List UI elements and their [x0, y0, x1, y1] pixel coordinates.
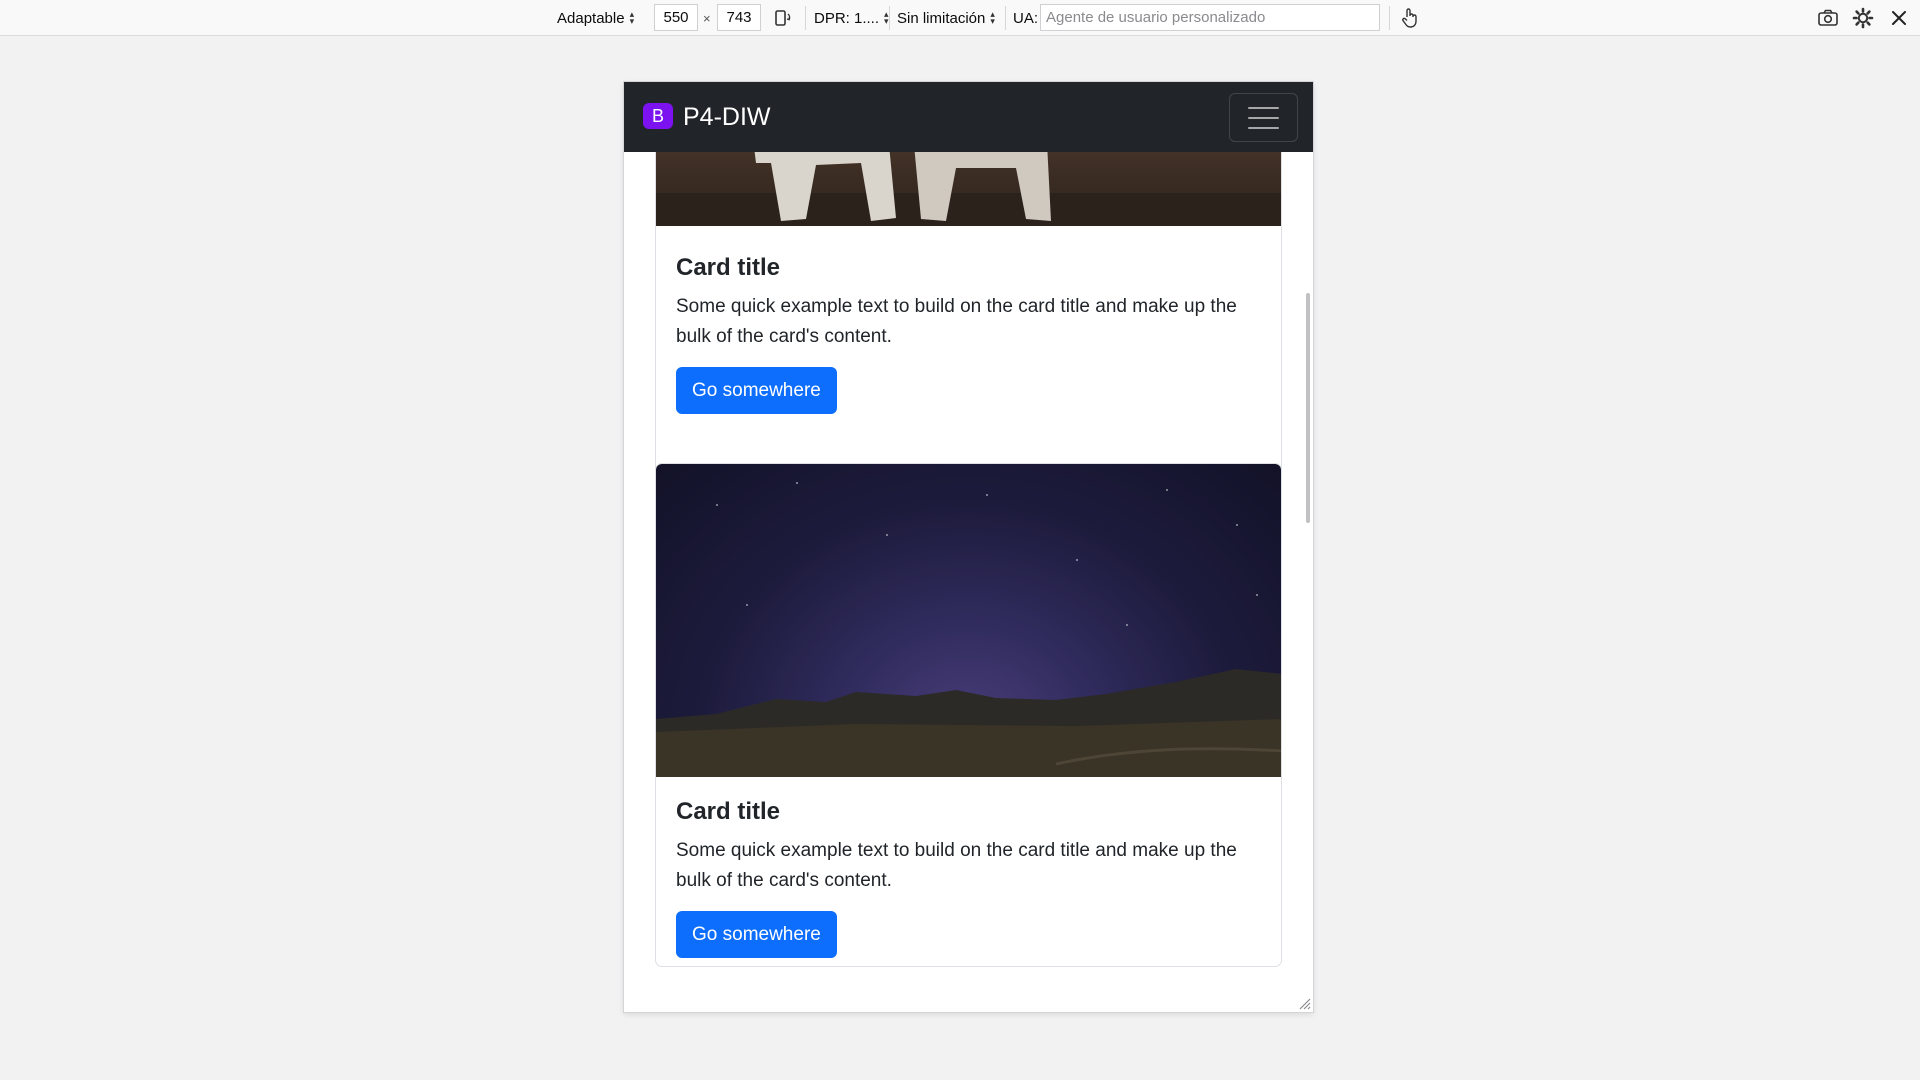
device-selector-label: Adaptable [557, 9, 625, 27]
settings-icon[interactable] [1850, 0, 1876, 36]
touch-icon[interactable] [1397, 0, 1423, 36]
dpr-selector-label: DPR: 1.... [814, 9, 880, 27]
ua-label: UA: [1013, 9, 1039, 27]
toolbar-separator [1005, 6, 1006, 30]
updown-caret-icon: ▴ ▾ [884, 9, 889, 26]
card-body: Card title Some quick example text to bu… [676, 251, 1261, 414]
device-viewport: Card title Some quick example text to bu… [624, 82, 1313, 1012]
hamburger-icon [1248, 116, 1279, 119]
go-somewhere-button[interactable]: Go somewhere [676, 367, 837, 414]
scrollbar-thumb[interactable] [1306, 293, 1310, 523]
card: Card title Some quick example text to bu… [655, 463, 1282, 967]
resize-handle-icon[interactable] [1297, 996, 1311, 1010]
viewport-width-input[interactable]: 550 [654, 4, 698, 31]
hamburger-icon [1248, 126, 1279, 129]
responsive-toolbar: Adaptable ▴ ▾ 550 × 743 DPR: 1.... ▴ ▾ Sin… [0, 0, 1920, 36]
toolbar-separator [889, 6, 890, 30]
throttling-selector-label: Sin limitación [897, 9, 986, 27]
toolbar-separator [805, 6, 806, 30]
user-agent-input[interactable]: Agente de usuario personalizado [1040, 4, 1380, 31]
updown-caret-icon: ▴ ▾ [990, 9, 995, 26]
card-text: Some quick example text to build on the … [676, 840, 1237, 891]
updown-caret-icon: ▴ ▾ [629, 9, 635, 26]
card-title: Card title [676, 254, 781, 281]
toolbar-separator [1389, 6, 1390, 30]
go-somewhere-button[interactable]: Go somewhere [676, 911, 837, 958]
device-selector[interactable]: Adaptable ▴ ▾ [557, 0, 634, 36]
rotate-icon[interactable] [770, 0, 796, 36]
navbar: B P4-DIW [624, 82, 1313, 152]
throttling-selector[interactable]: Sin limitación ▴ ▾ [897, 0, 995, 36]
navbar-brand[interactable]: P4-DIW [683, 100, 771, 134]
hamburger-icon [1248, 106, 1279, 109]
navbar-toggler-button[interactable] [1229, 93, 1298, 142]
dimension-separator: × [703, 10, 711, 26]
card-body: Card title Some quick example text to bu… [676, 795, 1261, 958]
close-icon[interactable] [1886, 0, 1912, 36]
card-image-night-sky [656, 464, 1281, 777]
bootstrap-logo-icon[interactable]: B [643, 103, 673, 129]
viewport-height-input[interactable]: 743 [717, 4, 761, 31]
card-text: Some quick example text to build on the … [676, 296, 1237, 347]
card-title: Card title [676, 798, 781, 825]
screenshot-icon[interactable] [1815, 0, 1841, 36]
dpr-selector[interactable]: DPR: 1.... ▴ ▾ [814, 0, 889, 36]
